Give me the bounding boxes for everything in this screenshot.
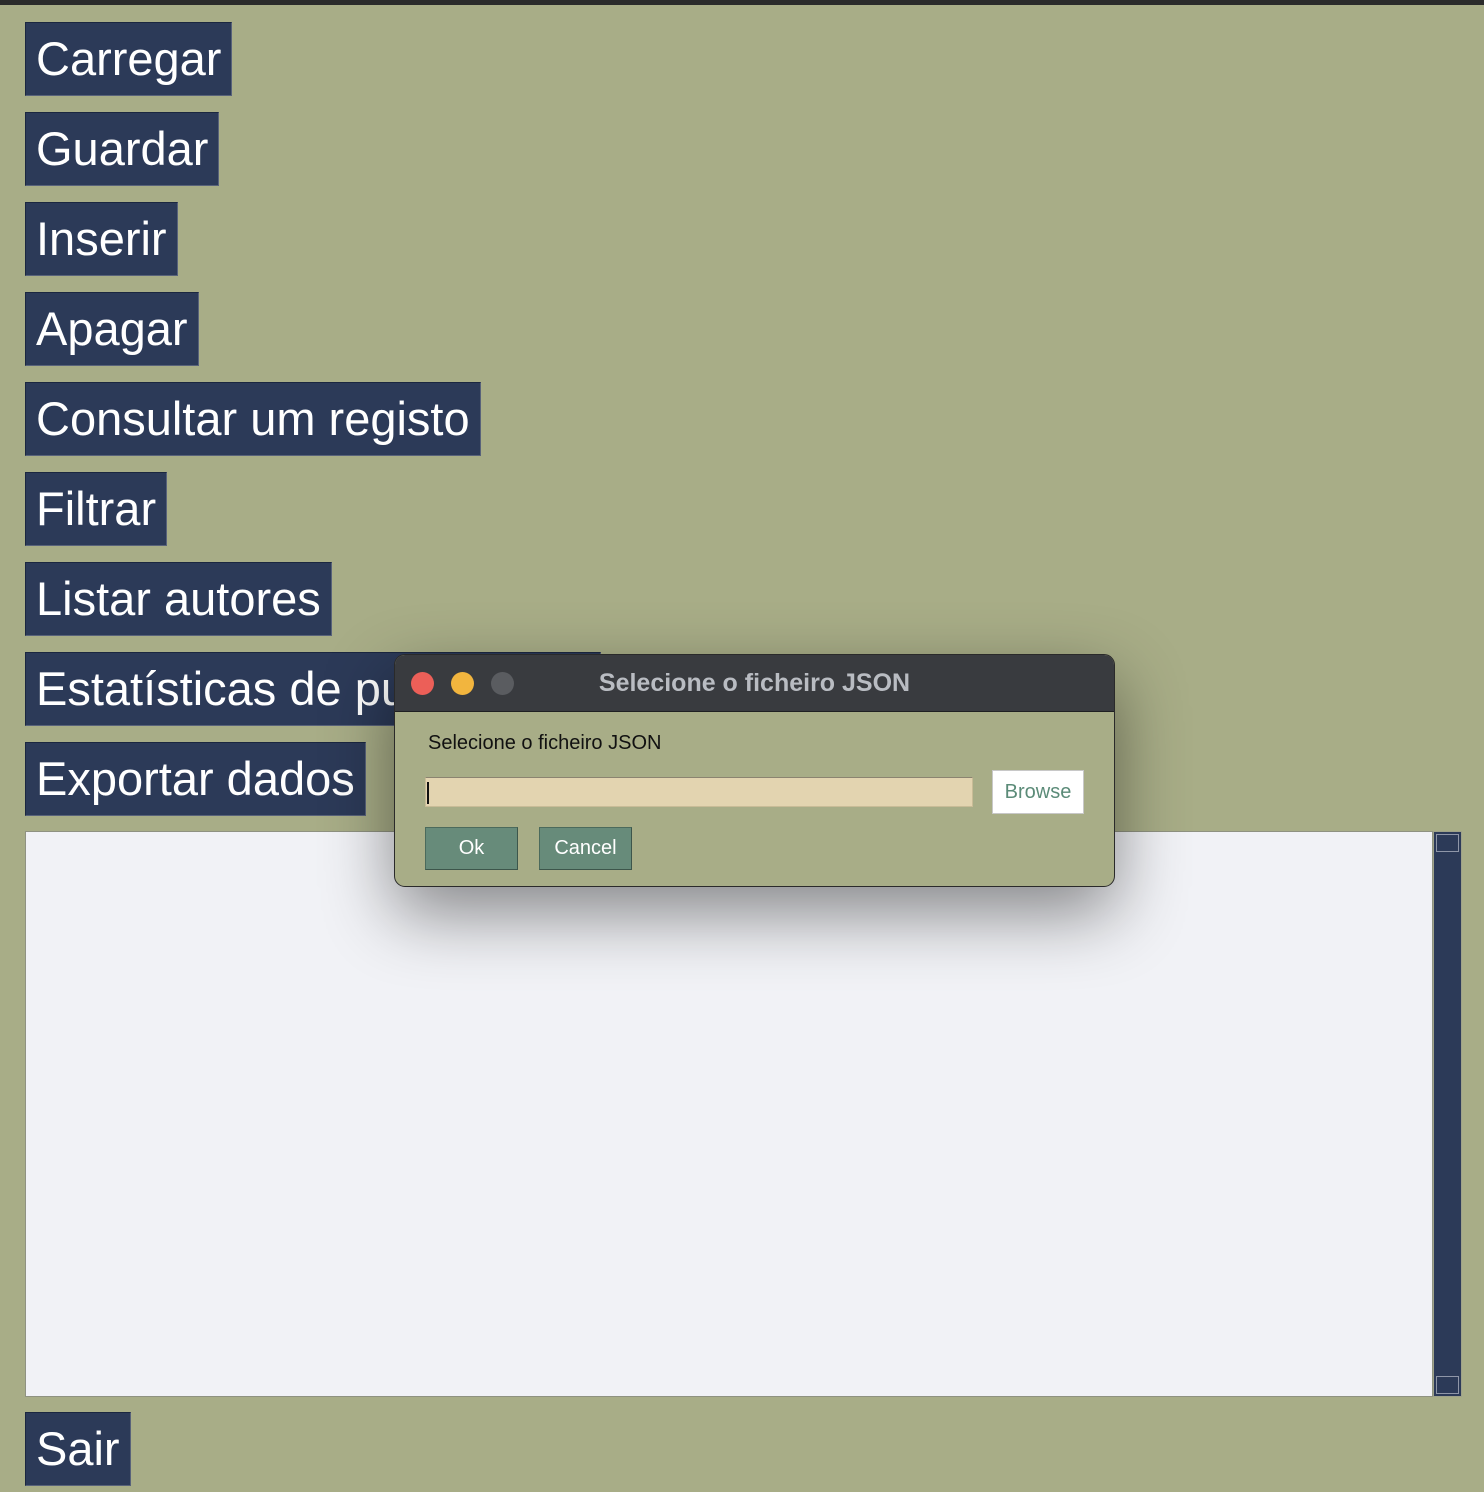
consultar-registo-button[interactable]: Consultar um registo <box>25 382 481 456</box>
text-caret <box>427 782 429 804</box>
file-select-dialog: Selecione o ficheiro JSON Selecione o fi… <box>394 654 1115 887</box>
maximize-traffic-light-icon <box>491 672 514 695</box>
carregar-button[interactable]: Carregar <box>25 22 233 96</box>
output-text-area[interactable] <box>25 831 1433 1397</box>
guardar-button[interactable]: Guardar <box>25 112 220 186</box>
inserir-button[interactable]: Inserir <box>25 202 178 276</box>
minimize-traffic-light-icon[interactable] <box>451 672 474 695</box>
browse-button[interactable]: Browse <box>992 770 1084 814</box>
dialog-prompt-label: Selecione o ficheiro JSON <box>428 732 662 754</box>
scroll-down-arrow-icon[interactable] <box>1436 1376 1459 1394</box>
scroll-up-arrow-icon[interactable] <box>1436 834 1459 852</box>
cancel-button[interactable]: Cancel <box>539 827 632 870</box>
dialog-titlebar[interactable]: Selecione o ficheiro JSON <box>395 655 1114 712</box>
close-traffic-light-icon[interactable] <box>411 672 434 695</box>
window-top-edge <box>0 0 1484 5</box>
ok-button[interactable]: Ok <box>425 827 518 870</box>
file-path-input[interactable] <box>425 777 973 807</box>
apagar-button[interactable]: Apagar <box>25 292 199 366</box>
listar-autores-button[interactable]: Listar autores <box>25 562 332 636</box>
exportar-dados-button[interactable]: Exportar dados <box>25 742 366 816</box>
sair-button[interactable]: Sair <box>25 1412 131 1486</box>
output-scrollbar[interactable] <box>1433 831 1462 1397</box>
filtrar-button[interactable]: Filtrar <box>25 472 168 546</box>
